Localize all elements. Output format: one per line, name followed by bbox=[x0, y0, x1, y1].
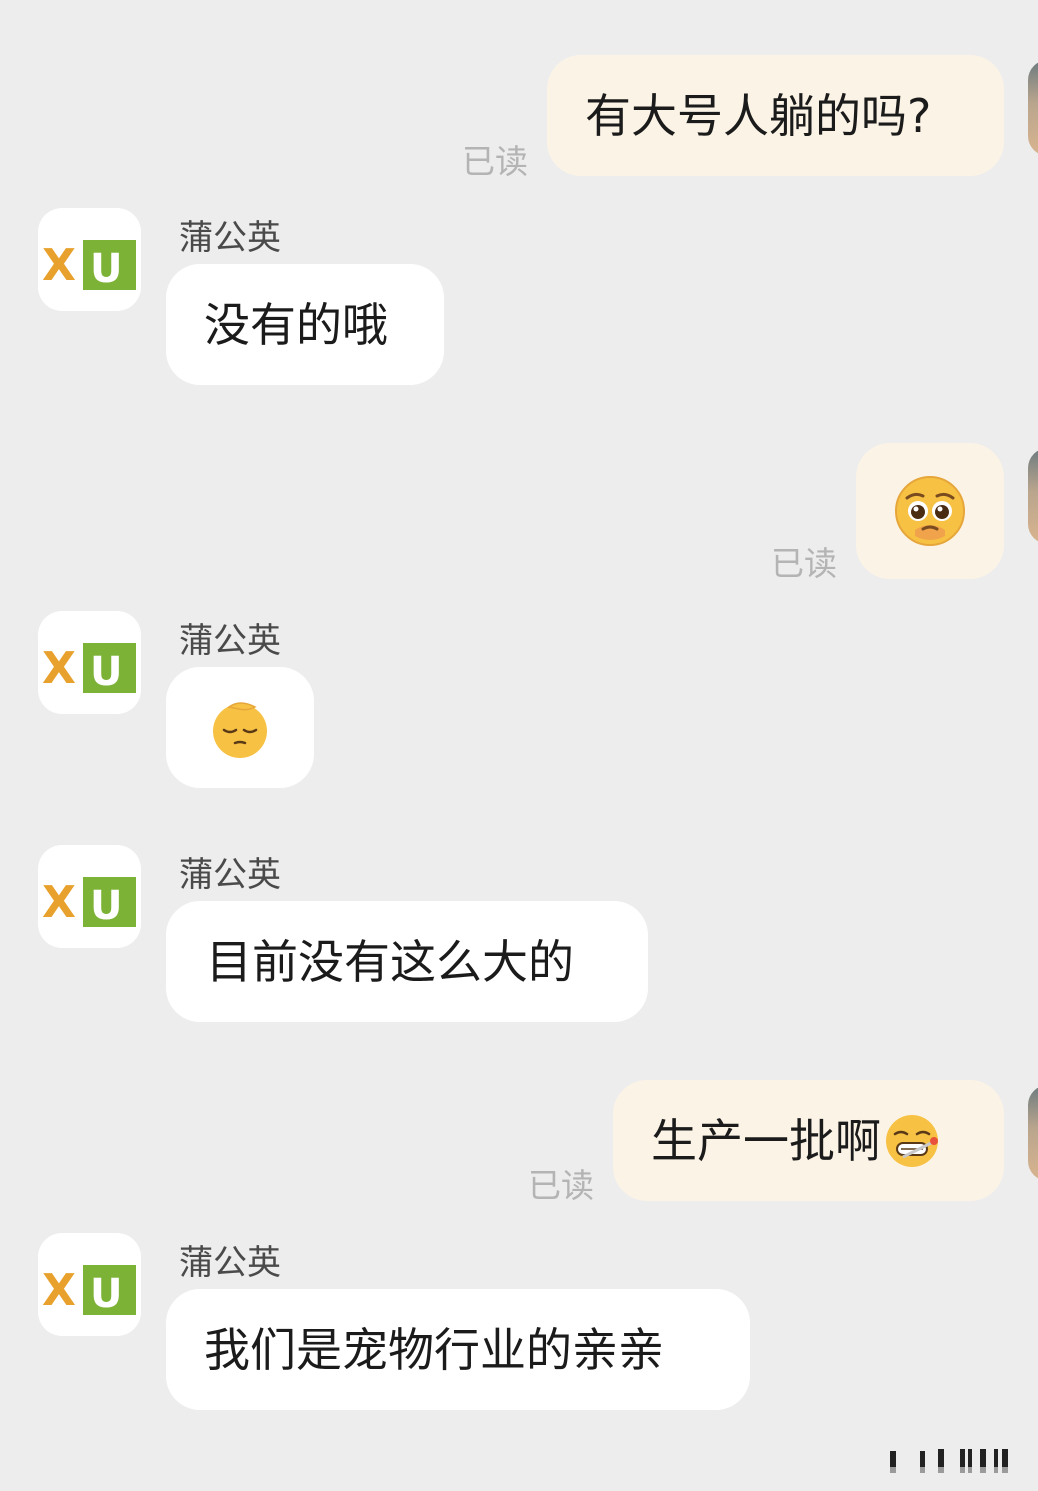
sender-name: 蒲公英 bbox=[179, 218, 281, 258]
xu-logo-icon: X U bbox=[42, 1265, 136, 1317]
svg-text:U: U bbox=[90, 1271, 122, 1317]
nauseated-face-icon bbox=[886, 1114, 938, 1167]
svg-text:X: X bbox=[42, 1265, 76, 1316]
message-bubble-incoming[interactable]: 我们是宠物行业的亲亲 bbox=[166, 1289, 750, 1410]
svg-text:X: X bbox=[42, 240, 76, 291]
pleading-face-icon bbox=[895, 476, 965, 546]
xu-logo-icon: X U bbox=[42, 240, 136, 292]
svg-text:U: U bbox=[90, 883, 122, 929]
self-avatar[interactable] bbox=[1028, 1085, 1038, 1181]
message-bubble-incoming[interactable]: 没有的哦 bbox=[166, 264, 444, 385]
sleepy-face-icon bbox=[213, 701, 267, 758]
sender-name: 蒲公英 bbox=[179, 855, 281, 895]
read-receipt: 已读 bbox=[771, 544, 837, 583]
xu-logo-icon: X U bbox=[42, 643, 136, 695]
sender-name: 蒲公英 bbox=[179, 621, 281, 661]
message-text: 我们是宠物行业的亲亲 bbox=[204, 1322, 664, 1377]
avatar[interactable]: X U bbox=[38, 208, 141, 311]
self-avatar[interactable] bbox=[1028, 60, 1038, 156]
avatar[interactable]: X U bbox=[38, 611, 141, 714]
message-bubble-outgoing[interactable]: 有大号人躺的吗? bbox=[547, 55, 1004, 176]
message-bubble-outgoing[interactable] bbox=[856, 443, 1004, 579]
read-receipt: 已读 bbox=[528, 1166, 594, 1205]
avatar[interactable]: X U bbox=[38, 845, 141, 948]
message-bubble-outgoing[interactable]: 生产一批啊 bbox=[613, 1080, 1004, 1201]
message-text: 目前没有这么大的 bbox=[206, 934, 574, 989]
message-bubble-incoming[interactable] bbox=[166, 667, 314, 788]
sender-name: 蒲公英 bbox=[179, 1243, 281, 1283]
message-text: 有大号人躺的吗? bbox=[585, 88, 932, 143]
svg-text:X: X bbox=[42, 877, 76, 928]
avatar[interactable]: X U bbox=[38, 1233, 141, 1336]
svg-text:X: X bbox=[42, 643, 76, 694]
xu-logo-icon: X U bbox=[42, 877, 136, 929]
message-text: 生产一批啊 bbox=[651, 1113, 881, 1168]
watermark-icon bbox=[880, 1449, 1020, 1479]
chat-thread: 有大号人躺的吗? 已读 X U 蒲公英 没有的哦 已读 X U 蒲公英 X U … bbox=[0, 0, 1038, 1491]
svg-text:U: U bbox=[90, 649, 122, 695]
read-receipt: 已读 bbox=[462, 142, 528, 181]
message-text: 没有的哦 bbox=[204, 297, 388, 352]
self-avatar[interactable] bbox=[1028, 448, 1038, 544]
svg-text:U: U bbox=[90, 246, 122, 292]
message-bubble-incoming[interactable]: 目前没有这么大的 bbox=[166, 901, 648, 1022]
